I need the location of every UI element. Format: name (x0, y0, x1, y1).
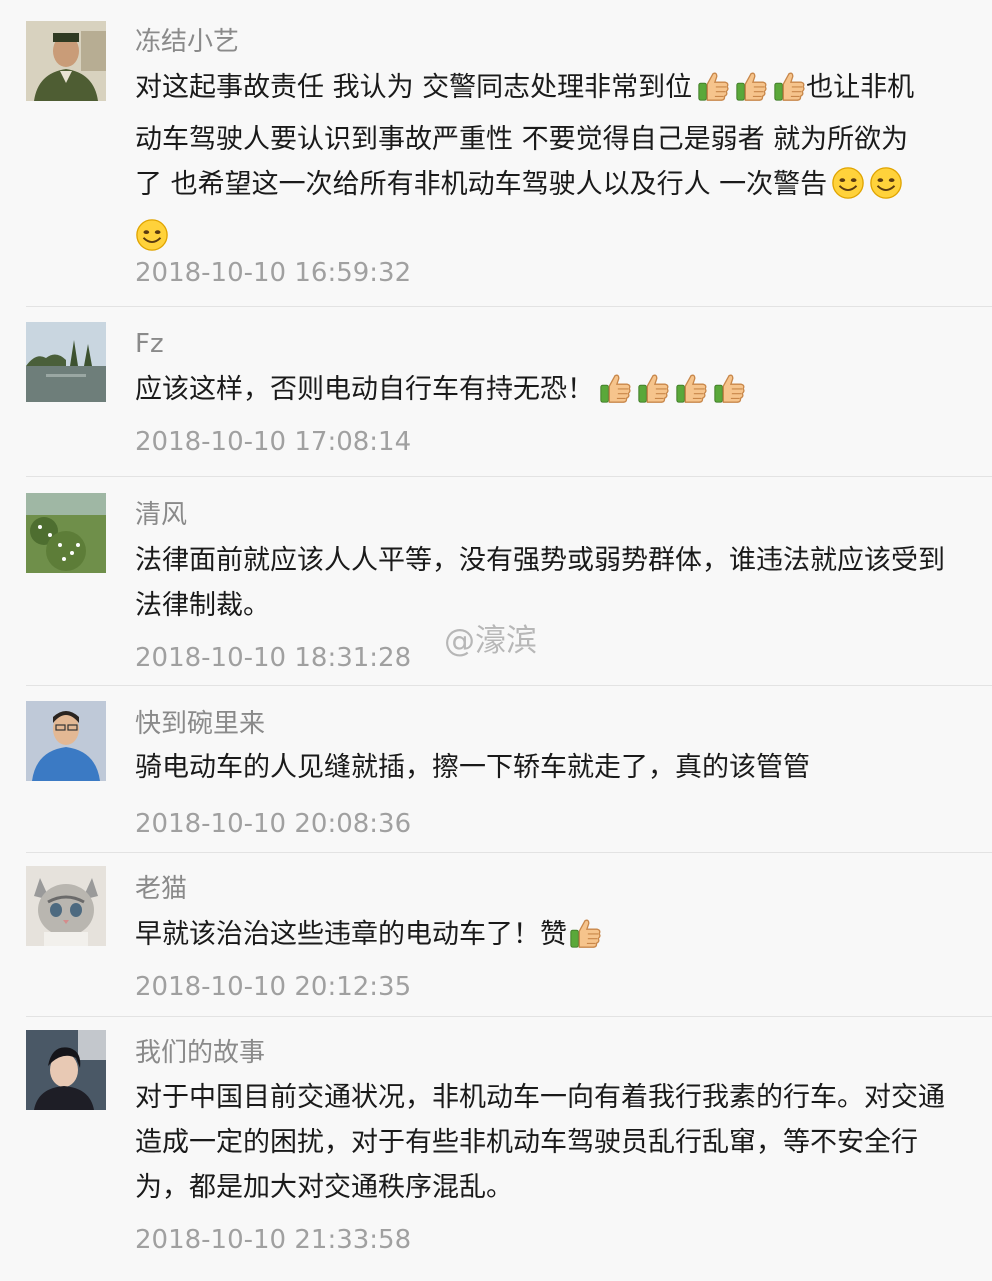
comment-timestamp: 2018-10-10 20:12:35 (135, 972, 412, 1002)
comment-author[interactable]: 老猫 (135, 873, 187, 905)
comment-text: 法律面前就应该人人平等，没有强势或弱势群体，谁违法就应该受到法律制裁。 (135, 545, 945, 621)
comment-timestamp: 2018-10-10 17:08:14 (135, 427, 412, 457)
divider (26, 476, 992, 477)
comment-author[interactable]: 清风 (135, 499, 187, 531)
avatar[interactable] (26, 1030, 106, 1110)
thumbs-up-icon (772, 69, 806, 117)
avatar[interactable] (26, 21, 106, 101)
comment-timestamp: 2018-10-10 16:59:32 (135, 258, 412, 288)
thumbs-up-icon (568, 916, 602, 964)
comment-text: 对于中国目前交通状况，非机动车一向有着我行我素的行车。对交通造成一定的困扰，对于… (135, 1082, 945, 1203)
comment-author[interactable]: Fz (135, 328, 164, 360)
comment-text: 骑电动车的人见缝就插，擦一下轿车就走了，真的该管管 (135, 752, 810, 783)
smiley-icon (831, 166, 865, 214)
comment-author[interactable]: 快到碗里来 (135, 708, 265, 740)
thumbs-up-icon (696, 69, 730, 117)
comment-text: 对这起事故责任 我认为 交警同志处理非常到位 也让非机 动车驾驶人要认识到事故严重… (135, 65, 955, 266)
divider (26, 306, 992, 307)
comment-text: 应该这样，否则电动自行车有持无恐！ (135, 367, 955, 419)
thumbs-up-icon (734, 69, 768, 117)
comment-text: 早就该治治这些违章的电动车了！赞 (135, 912, 955, 964)
comment-timestamp: 2018-10-10 20:08:36 (135, 809, 412, 839)
avatar[interactable] (26, 866, 106, 946)
comment-timestamp: 2018-10-10 18:31:28 (135, 643, 412, 673)
comment-author[interactable]: 我们的故事 (135, 1037, 265, 1069)
avatar[interactable] (26, 493, 106, 573)
thumbs-up-icon (636, 371, 670, 419)
watermark: @濠滨 (444, 623, 537, 659)
thumbs-up-icon (712, 371, 746, 419)
divider (26, 685, 992, 686)
divider (26, 1016, 992, 1017)
comment-author[interactable]: 冻结小艺 (135, 26, 239, 58)
divider (26, 852, 992, 853)
smiley-icon (869, 166, 903, 214)
comment-timestamp: 2018-10-10 21:33:58 (135, 1225, 412, 1255)
thumbs-up-icon (598, 371, 632, 419)
avatar[interactable] (26, 701, 106, 781)
avatar[interactable] (26, 322, 106, 402)
thumbs-up-icon (674, 371, 708, 419)
